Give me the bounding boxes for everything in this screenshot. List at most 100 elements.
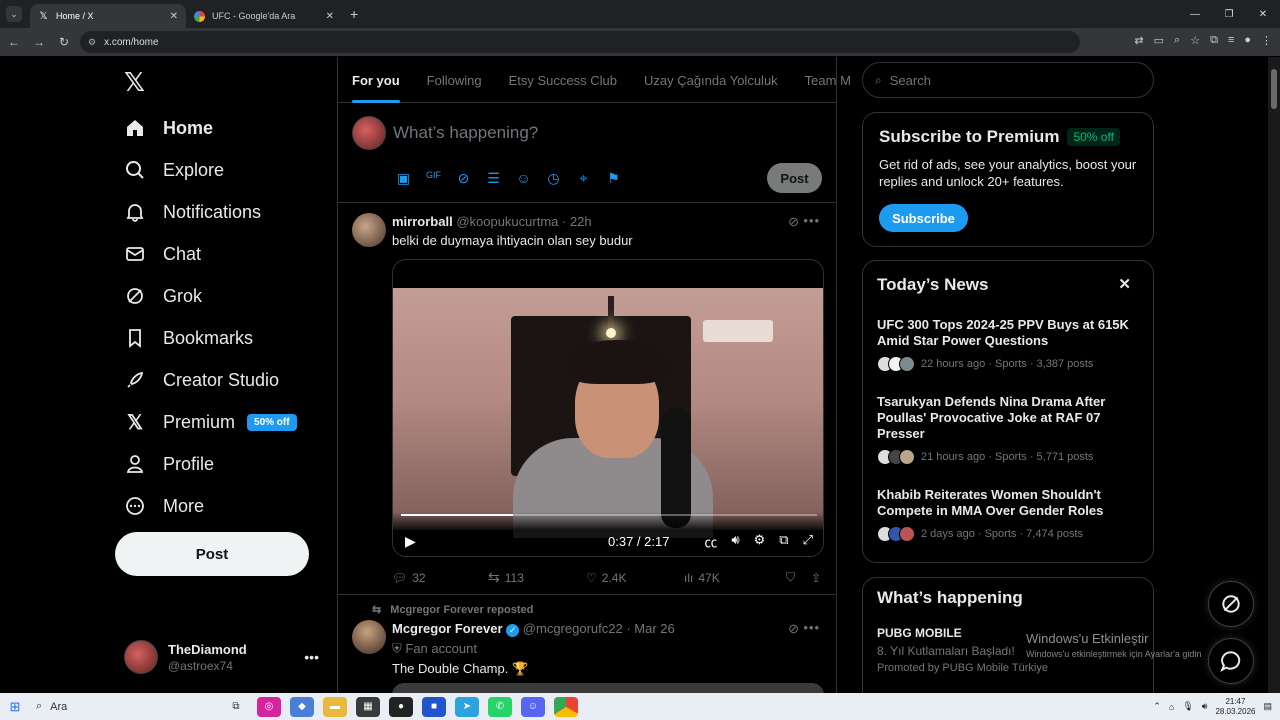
minimize-icon[interactable]: — bbox=[1178, 9, 1212, 20]
messages-fab[interactable] bbox=[1208, 638, 1254, 684]
nav-home[interactable]: Home bbox=[124, 107, 297, 149]
avatar[interactable] bbox=[352, 213, 386, 247]
translate-icon[interactable]: ⇄ bbox=[1134, 34, 1143, 47]
store-icon[interactable]: ▦ bbox=[356, 696, 380, 717]
subscribe-button[interactable]: Subscribe bbox=[879, 204, 968, 232]
grok-icon[interactable]: ⊘ bbox=[788, 621, 799, 637]
post-button[interactable]: Post bbox=[115, 532, 309, 576]
nav-profile[interactable]: Profile bbox=[124, 443, 297, 485]
tweet[interactable]: ⇆ Mcgregor Forever reposted Mcgregor For… bbox=[338, 595, 836, 693]
account-switcher[interactable]: TheDiamond @astroex74 ••• bbox=[124, 637, 324, 677]
site-info-icon[interactable]: ⚙ bbox=[88, 37, 96, 48]
taskbar-search[interactable]: ⌕ Ara bbox=[30, 693, 200, 720]
news-item[interactable]: Tsarukyan Defends Nina Drama After Poull… bbox=[877, 394, 1139, 465]
opera-icon[interactable]: ● bbox=[389, 696, 413, 717]
tab-list-icon[interactable]: ≡ bbox=[1228, 34, 1234, 47]
share-icon[interactable]: ⇪ bbox=[811, 571, 821, 585]
emoji-icon[interactable]: ☺ bbox=[515, 170, 532, 187]
more-dots-icon[interactable]: ••• bbox=[803, 620, 820, 635]
task-view-icon[interactable]: ⧉ bbox=[224, 697, 248, 717]
tweet-media[interactable] bbox=[392, 683, 824, 693]
close-tab-icon[interactable]: ✕ bbox=[326, 11, 334, 22]
extensions-icon[interactable]: ⧉ bbox=[1210, 34, 1218, 47]
more-dots-icon[interactable]: ••• bbox=[304, 649, 319, 665]
notifications-icon[interactable]: ▤ bbox=[1263, 701, 1272, 712]
discord-icon[interactable]: ☺ bbox=[521, 696, 545, 717]
close-icon[interactable]: ✕ bbox=[1118, 275, 1131, 293]
cast-icon[interactable]: ▭ bbox=[1154, 34, 1164, 47]
back-icon[interactable]: ← bbox=[3, 35, 25, 49]
nav-more[interactable]: More bbox=[124, 485, 297, 527]
author-handle[interactable]: @koopukucurtma bbox=[456, 214, 558, 229]
video-progress-bar[interactable] bbox=[401, 514, 817, 516]
author-handle[interactable]: @mcgregorufc22 bbox=[523, 621, 623, 636]
picture-in-picture-icon[interactable]: ⧉ bbox=[779, 532, 788, 551]
news-item[interactable]: Khabib Reiterates Women Shouldn't Compet… bbox=[877, 487, 1139, 542]
bookmark-icon[interactable]: ⛉ bbox=[786, 570, 795, 585]
zoom-icon[interactable]: ⌕ bbox=[1174, 34, 1180, 47]
nav-grok[interactable]: Grok bbox=[124, 275, 297, 317]
volume-icon[interactable]: 🔊︎ bbox=[1202, 701, 1208, 712]
telegram-icon[interactable]: ➤ bbox=[455, 696, 479, 717]
captions-icon[interactable]: ㏄ bbox=[704, 532, 717, 551]
poll-icon[interactable]: ☰ bbox=[485, 170, 502, 187]
news-item[interactable]: UFC 300 Tops 2024-25 PPV Buys at 615K Am… bbox=[877, 317, 1139, 372]
scrollbar-thumb[interactable] bbox=[1271, 69, 1277, 109]
repost-button[interactable]: ⇆ 113 bbox=[488, 569, 586, 586]
whatsapp-icon[interactable]: ✆ bbox=[488, 696, 512, 717]
restore-icon[interactable]: ❐ bbox=[1212, 9, 1246, 20]
instagram-icon[interactable]: ◎ bbox=[257, 696, 281, 717]
reply-button[interactable]: 💬︎ 32 bbox=[392, 571, 488, 585]
volume-icon[interactable]: 🔊︎ bbox=[731, 532, 739, 551]
compose-input[interactable]: What’s happening? bbox=[393, 123, 538, 143]
app-icon[interactable]: ◆ bbox=[290, 696, 314, 717]
nav-creator-studio[interactable]: Creator Studio bbox=[124, 359, 297, 401]
settings-icon[interactable]: ⚙ bbox=[754, 532, 766, 551]
grok-icon[interactable]: ⊘ bbox=[455, 170, 472, 187]
nav-explore[interactable]: Explore bbox=[124, 149, 297, 191]
author-name[interactable]: mirrorball bbox=[392, 214, 453, 229]
more-dots-icon[interactable]: ••• bbox=[803, 213, 820, 228]
microphone-icon[interactable]: 🎙︎ bbox=[1182, 701, 1193, 712]
browser-tab-google[interactable]: UFC - Google'da Ara ✕ bbox=[186, 4, 342, 28]
compose-post-button[interactable]: Post bbox=[767, 163, 822, 193]
bookmark-star-icon[interactable]: ☆ bbox=[1190, 34, 1200, 47]
network-icon[interactable]: ⌂ bbox=[1169, 702, 1174, 712]
forward-icon[interactable]: → bbox=[28, 35, 50, 49]
tweet-time[interactable]: · 22h bbox=[562, 214, 592, 229]
schedule-icon[interactable]: ◷ bbox=[545, 170, 562, 187]
gif-icon[interactable]: GIF bbox=[425, 170, 442, 187]
tab-search-button[interactable]: ⌄ bbox=[6, 6, 22, 22]
views-button[interactable]: ılı 47K bbox=[684, 571, 774, 585]
play-icon[interactable]: ▶ bbox=[405, 533, 416, 550]
avatar[interactable] bbox=[352, 620, 386, 654]
video-player[interactable]: ▶ 0:37 / 2:17 ㏄ 🔊︎ ⚙ ⧉ ⤢ bbox=[392, 259, 824, 557]
tweet-time[interactable]: · Mar 26 bbox=[626, 621, 674, 636]
grok-icon[interactable]: ⊘ bbox=[788, 214, 799, 230]
close-tab-icon[interactable]: ✕ bbox=[170, 11, 178, 22]
browser-tab-x[interactable]: 𝕏 Home / X ✕ bbox=[30, 4, 186, 28]
address-bar[interactable]: ⚙ x.com/home bbox=[80, 31, 1080, 53]
search-input[interactable]: ⌕ Search bbox=[862, 62, 1154, 98]
nav-bookmarks[interactable]: Bookmarks bbox=[124, 317, 297, 359]
tweet[interactable]: mirrorball @koopukucurtma · 22h ⊘ ••• be… bbox=[338, 203, 836, 595]
reload-icon[interactable]: ↻ bbox=[53, 35, 75, 49]
grok-fab[interactable] bbox=[1208, 581, 1254, 627]
menu-icon[interactable]: ⋮ bbox=[1261, 34, 1272, 47]
chrome-icon[interactable] bbox=[554, 696, 578, 717]
author-name[interactable]: Mcgregor Forever bbox=[392, 621, 503, 636]
x-logo-icon[interactable]: 𝕏 bbox=[124, 68, 145, 98]
like-button[interactable]: ♡ 2.4K bbox=[586, 571, 684, 585]
clock[interactable]: 21:47 28.03.2026 bbox=[1215, 697, 1255, 717]
location-icon[interactable]: ⌖ bbox=[575, 170, 592, 187]
fullscreen-icon[interactable]: ⤢ bbox=[803, 532, 813, 551]
flag-icon[interactable]: ⚑ bbox=[605, 170, 622, 187]
app-icon[interactable]: ■ bbox=[422, 696, 446, 717]
nav-premium[interactable]: 𝕏 Premium 50% off bbox=[124, 401, 297, 443]
profile-icon[interactable]: ● bbox=[1244, 34, 1251, 47]
chevron-up-icon[interactable]: ⌃ bbox=[1153, 701, 1161, 712]
folder-icon[interactable]: ▬ bbox=[323, 696, 347, 717]
new-tab-button[interactable]: + bbox=[350, 6, 358, 22]
image-icon[interactable]: ▣ bbox=[395, 170, 412, 187]
nav-chat[interactable]: Chat bbox=[124, 233, 297, 275]
